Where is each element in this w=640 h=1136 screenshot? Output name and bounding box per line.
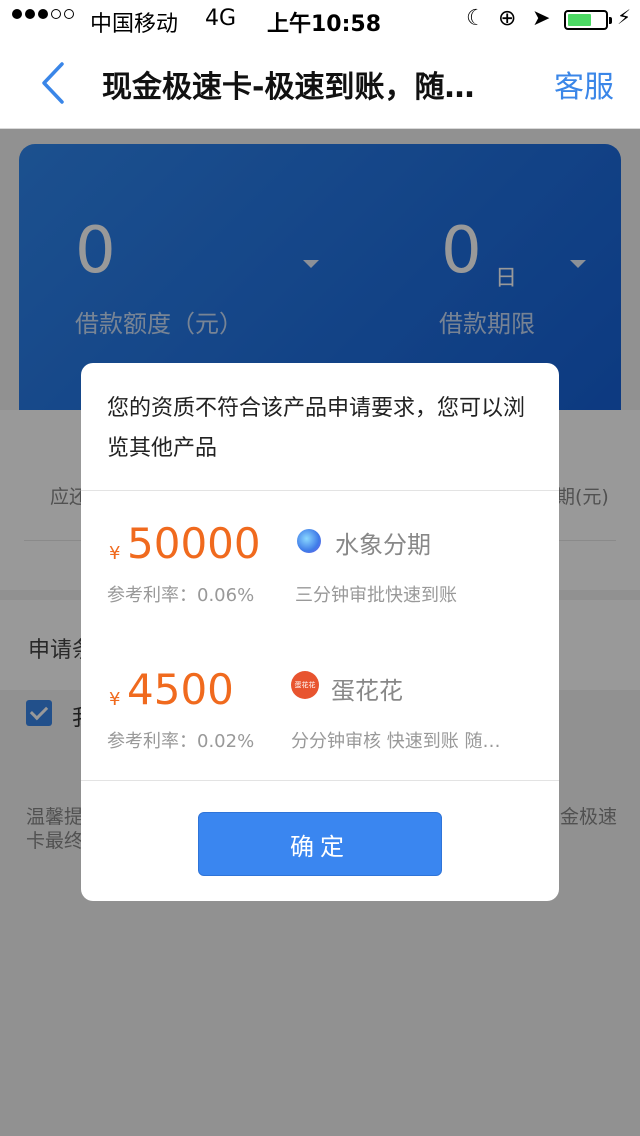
product-rate: 参考利率：0.06% xyxy=(107,585,255,606)
product-amount: 50000 xyxy=(127,519,261,568)
product-name: 水象分期 xyxy=(335,531,431,559)
currency-symbol: ¥ xyxy=(109,543,121,564)
ineligible-dialog: 您的资质不符合该产品申请要求，您可以浏览其他产品 ¥ 50000 参考利率：0.… xyxy=(81,363,559,901)
dialog-divider-top xyxy=(81,490,559,491)
clock: 上午10:58 xyxy=(267,12,382,37)
product-amount: 4500 xyxy=(127,665,234,714)
product-card-2[interactable]: ¥ 4500 参考利率：0.02% 蛋花花 蛋花花 分分钟审核 快速到账 随… xyxy=(81,649,559,759)
product-description: 分分钟审核 快速到账 随… xyxy=(291,731,501,752)
status-bar: 中国移动 4G 上午10:58 ☾ ⊕ ➤ ⚡ xyxy=(0,0,640,40)
dialog-message: 您的资质不符合该产品申请要求，您可以浏览其他产品 xyxy=(107,396,526,461)
signal-strength-icon xyxy=(12,9,74,19)
customer-service-button[interactable]: 客服 xyxy=(554,62,614,106)
network-type: 4G xyxy=(205,6,237,31)
rotation-lock-icon: ⊕ xyxy=(498,6,517,31)
currency-symbol: ¥ xyxy=(109,689,121,710)
battery-icon xyxy=(564,10,612,30)
product-description: 三分钟审批快速到账 xyxy=(295,585,457,606)
back-chevron-icon[interactable] xyxy=(36,60,70,106)
dialog-divider-bottom xyxy=(81,780,559,781)
do-not-disturb-icon: ☾ xyxy=(466,6,486,31)
charging-bolt-icon: ⚡ xyxy=(617,5,632,29)
nav-bar: 现金极速卡-极速到账，随… 客服 xyxy=(0,40,640,129)
product-card-1[interactable]: ¥ 50000 参考利率：0.06% 水象分期 三分钟审批快速到账 xyxy=(81,503,559,613)
water-drop-logo-icon xyxy=(297,529,321,553)
product-name: 蛋花花 xyxy=(331,677,403,705)
carrier-name: 中国移动 xyxy=(90,12,179,37)
confirm-button[interactable]: 确定 xyxy=(198,812,442,876)
egg-logo-icon: 蛋花花 xyxy=(291,671,319,699)
product-rate: 参考利率：0.02% xyxy=(107,731,255,752)
page-title: 现金极速卡-极速到账，随… xyxy=(102,70,475,105)
location-arrow-icon: ➤ xyxy=(532,6,551,31)
